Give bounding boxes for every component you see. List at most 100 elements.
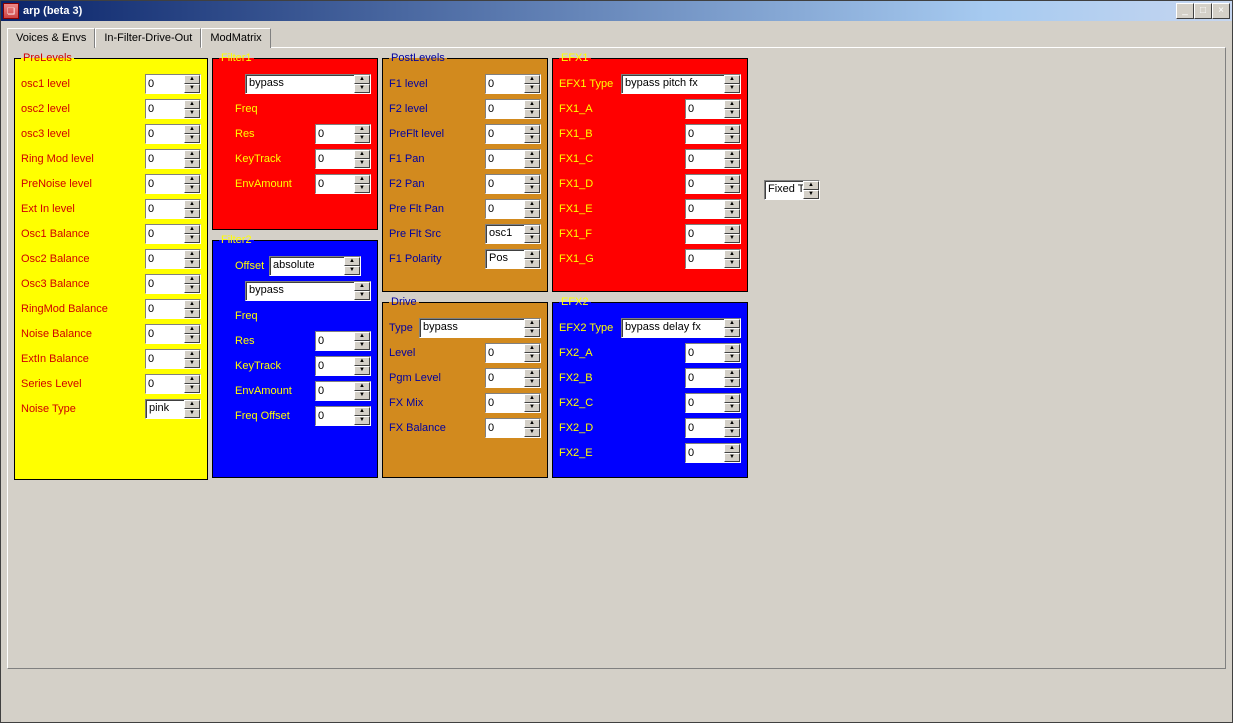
efx1-1-nud[interactable]: ▲▼ <box>685 124 741 144</box>
minimize-button[interactable]: _ <box>1176 3 1194 19</box>
postlevel-5-nud[interactable]: ▲▼ <box>485 199 541 219</box>
postlevel-3-nud[interactable]: ▲▼ <box>485 149 541 169</box>
spin-down-icon[interactable]: ▼ <box>724 428 740 437</box>
spin-down-icon[interactable]: ▼ <box>184 259 200 268</box>
spin-down-icon[interactable]: ▼ <box>184 284 200 293</box>
efx1-2-nud[interactable]: ▲▼ <box>685 149 741 169</box>
efx1-5-nud[interactable]: ▲▼ <box>685 224 741 244</box>
spin-up-icon[interactable]: ▲ <box>724 444 740 453</box>
spin-down-icon[interactable]: ▼ <box>184 159 200 168</box>
efx1-3-nud[interactable]: ▲▼ <box>685 174 741 194</box>
spin-up-icon[interactable]: ▲ <box>724 369 740 378</box>
prelevel-0-nud[interactable]: ▲▼ <box>145 74 201 94</box>
prelevel-4-nud[interactable]: ▲▼ <box>145 174 201 194</box>
spin-down-icon[interactable]: ▼ <box>524 134 540 143</box>
spin-up-icon[interactable]: ▲ <box>524 100 540 109</box>
fixed-t-combo[interactable]: Fixed T ▲▼ <box>764 180 820 200</box>
filter2-res-nud[interactable]: ▲▼ <box>315 331 371 351</box>
spin-down-icon[interactable]: ▼ <box>184 184 200 193</box>
spin-down-icon[interactable]: ▼ <box>524 184 540 193</box>
spin-up-icon[interactable]: ▲ <box>184 275 200 284</box>
postlevel-1-nud[interactable]: ▲▼ <box>485 99 541 119</box>
spin-up-icon[interactable]: ▲ <box>524 175 540 184</box>
efx2-type-combo[interactable]: bypass delay fx ▲▼ <box>621 318 741 338</box>
spin-up-icon[interactable]: ▲ <box>184 150 200 159</box>
postlevel-0-nud[interactable]: ▲▼ <box>485 74 541 94</box>
spin-down-icon[interactable]: ▼ <box>184 234 200 243</box>
filter1-type-combo[interactable]: bypass ▲▼ <box>245 74 371 94</box>
spin-down-icon[interactable]: ▼ <box>724 134 740 143</box>
drive-type-combo[interactable]: bypass ▲▼ <box>419 318 541 338</box>
spin-down-icon[interactable]: ▼ <box>724 403 740 412</box>
spin-up-icon[interactable]: ▲ <box>724 125 740 134</box>
spin-down-icon[interactable]: ▼ <box>524 428 540 437</box>
spin-down-icon[interactable]: ▼ <box>524 403 540 412</box>
spin-up-icon[interactable]: ▲ <box>184 250 200 259</box>
drive-1-nud[interactable]: ▲▼ <box>485 368 541 388</box>
efx2-0-nud[interactable]: ▲▼ <box>685 343 741 363</box>
spin-up-icon[interactable]: ▲ <box>524 125 540 134</box>
close-button[interactable]: × <box>1212 3 1230 19</box>
efx2-2-nud[interactable]: ▲▼ <box>685 393 741 413</box>
spin-down-icon[interactable]: ▼ <box>184 384 200 393</box>
prelevel-10-nud[interactable]: ▲▼ <box>145 324 201 344</box>
spin-up-icon[interactable]: ▲ <box>184 125 200 134</box>
spin-down-icon[interactable]: ▼ <box>184 84 200 93</box>
spin-down-icon[interactable]: ▼ <box>184 359 200 368</box>
prelevel-12-nud[interactable]: ▲▼ <box>145 374 201 394</box>
spin-up-icon[interactable]: ▲ <box>724 100 740 109</box>
spin-up-icon[interactable]: ▲ <box>524 419 540 428</box>
tab-in-filter-drive-out[interactable]: In-Filter-Drive-Out <box>95 28 201 48</box>
noise-type-combo[interactable]: pink ▲▼ <box>145 399 201 419</box>
drive-0-nud[interactable]: ▲▼ <box>485 343 541 363</box>
prelevel-3-nud[interactable]: ▲▼ <box>145 149 201 169</box>
spin-up-icon[interactable]: ▲ <box>184 225 200 234</box>
efx1-4-nud[interactable]: ▲▼ <box>685 199 741 219</box>
filter1-keytrack-nud[interactable]: ▲▼ <box>315 149 371 169</box>
prelevel-7-nud[interactable]: ▲▼ <box>145 249 201 269</box>
spin-up-icon[interactable]: ▲ <box>724 344 740 353</box>
filter1-envamount-nud[interactable]: ▲▼ <box>315 174 371 194</box>
efx1-type-combo[interactable]: bypass pitch fx ▲▼ <box>621 74 741 94</box>
spin-down-icon[interactable]: ▼ <box>524 209 540 218</box>
spin-down-icon[interactable]: ▼ <box>184 409 200 418</box>
spin-down-icon[interactable]: ▼ <box>724 378 740 387</box>
f1polarity-combo[interactable]: Pos ▲▼ <box>485 249 541 269</box>
prelevel-11-nud[interactable]: ▲▼ <box>145 349 201 369</box>
prelevel-5-nud[interactable]: ▲▼ <box>145 199 201 219</box>
filter2-freqoffset-nud[interactable]: ▲▼ <box>315 406 371 426</box>
postlevel-2-nud[interactable]: ▲▼ <box>485 124 541 144</box>
spin-up-icon[interactable]: ▲ <box>524 394 540 403</box>
efx2-1-nud[interactable]: ▲▼ <box>685 368 741 388</box>
drive-2-nud[interactable]: ▲▼ <box>485 393 541 413</box>
spin-down-icon[interactable]: ▼ <box>524 159 540 168</box>
spin-down-icon[interactable]: ▼ <box>184 209 200 218</box>
prelevel-1-nud[interactable]: ▲▼ <box>145 99 201 119</box>
spin-down-icon[interactable]: ▼ <box>724 209 740 218</box>
spin-up-icon[interactable]: ▲ <box>724 225 740 234</box>
spin-down-icon[interactable]: ▼ <box>724 353 740 362</box>
efx1-6-nud[interactable]: ▲▼ <box>685 249 741 269</box>
spin-down-icon[interactable]: ▼ <box>184 309 200 318</box>
spin-up-icon[interactable]: ▲ <box>184 75 200 84</box>
prelevel-8-nud[interactable]: ▲▼ <box>145 274 201 294</box>
spin-down-icon[interactable]: ▼ <box>724 159 740 168</box>
filter2-envamount-nud[interactable]: ▲▼ <box>315 381 371 401</box>
spin-down-icon[interactable]: ▼ <box>354 84 370 93</box>
prelevel-9-nud[interactable]: ▲▼ <box>145 299 201 319</box>
efx1-0-nud[interactable]: ▲▼ <box>685 99 741 119</box>
spin-up-icon[interactable]: ▲ <box>354 75 370 84</box>
spin-up-icon[interactable]: ▲ <box>524 75 540 84</box>
tab-voices-envs[interactable]: Voices & Envs <box>7 28 95 48</box>
spin-down-icon[interactable]: ▼ <box>724 259 740 268</box>
spin-up-icon[interactable]: ▲ <box>184 175 200 184</box>
spin-down-icon[interactable]: ▼ <box>724 184 740 193</box>
spin-down-icon[interactable]: ▼ <box>524 109 540 118</box>
efx2-4-nud[interactable]: ▲▼ <box>685 443 741 463</box>
spin-down-icon[interactable]: ▼ <box>724 234 740 243</box>
efx2-3-nud[interactable]: ▲▼ <box>685 418 741 438</box>
spin-up-icon[interactable]: ▲ <box>524 369 540 378</box>
spin-up-icon[interactable]: ▲ <box>184 350 200 359</box>
spin-up-icon[interactable]: ▲ <box>524 150 540 159</box>
filter2-offset-combo[interactable]: absolute ▲▼ <box>269 256 361 276</box>
